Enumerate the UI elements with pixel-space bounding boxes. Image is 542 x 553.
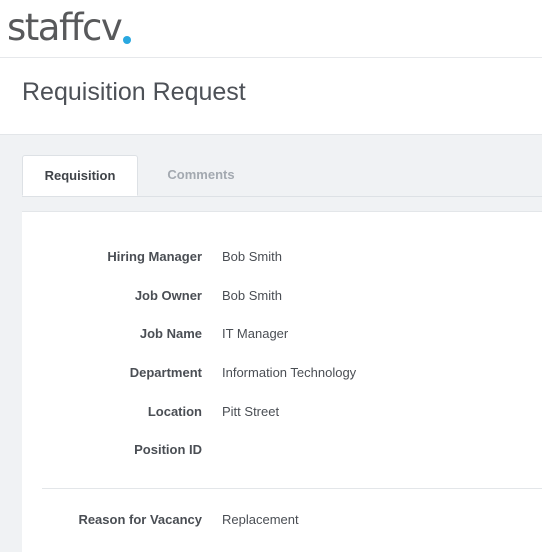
field-value: Bob Smith xyxy=(222,249,282,264)
field-location: Location Pitt Street xyxy=(22,402,542,422)
field-label: Job Name xyxy=(139,326,202,341)
field-value: Information Technology xyxy=(222,365,357,380)
field-value: Bob Smith xyxy=(222,288,282,303)
field-label: Hiring Manager xyxy=(107,249,202,264)
tab-requisition[interactable]: Requisition xyxy=(22,155,138,196)
section-divider xyxy=(42,488,542,489)
content-area: Requisition Comments Hiring Manager Bob … xyxy=(0,135,542,553)
field-department: Department Information Technology xyxy=(22,363,542,383)
tab-comments[interactable]: Comments xyxy=(146,155,256,195)
logo-dot xyxy=(123,36,131,44)
field-value: Pitt Street xyxy=(222,404,280,419)
field-position-id: Position ID xyxy=(22,440,542,460)
field-job-name: Job Name IT Manager xyxy=(22,324,542,344)
brand-bar: staffcv xyxy=(0,0,542,58)
staffcv-logo[interactable]: staffcv xyxy=(7,4,123,52)
field-label: Reason for Vacancy xyxy=(78,512,202,527)
field-value: Replacement xyxy=(222,512,299,527)
tab-strip: Requisition Comments xyxy=(22,155,542,197)
field-job-owner: Job Owner Bob Smith xyxy=(22,286,542,306)
requisition-panel: Hiring Manager Bob Smith Job Owner Bob S… xyxy=(22,211,542,553)
field-label: Department xyxy=(129,365,202,380)
field-hiring-manager: Hiring Manager Bob Smith xyxy=(22,247,542,267)
field-reason-for-vacancy: Reason for Vacancy Replacement xyxy=(22,510,542,530)
field-value: IT Manager xyxy=(222,326,289,341)
field-label: Job Owner xyxy=(134,288,202,303)
field-label: Position ID xyxy=(134,442,202,457)
field-label: Location xyxy=(147,404,202,419)
page-header: Requisition Request xyxy=(0,58,542,135)
page-title: Requisition Request xyxy=(22,78,246,106)
